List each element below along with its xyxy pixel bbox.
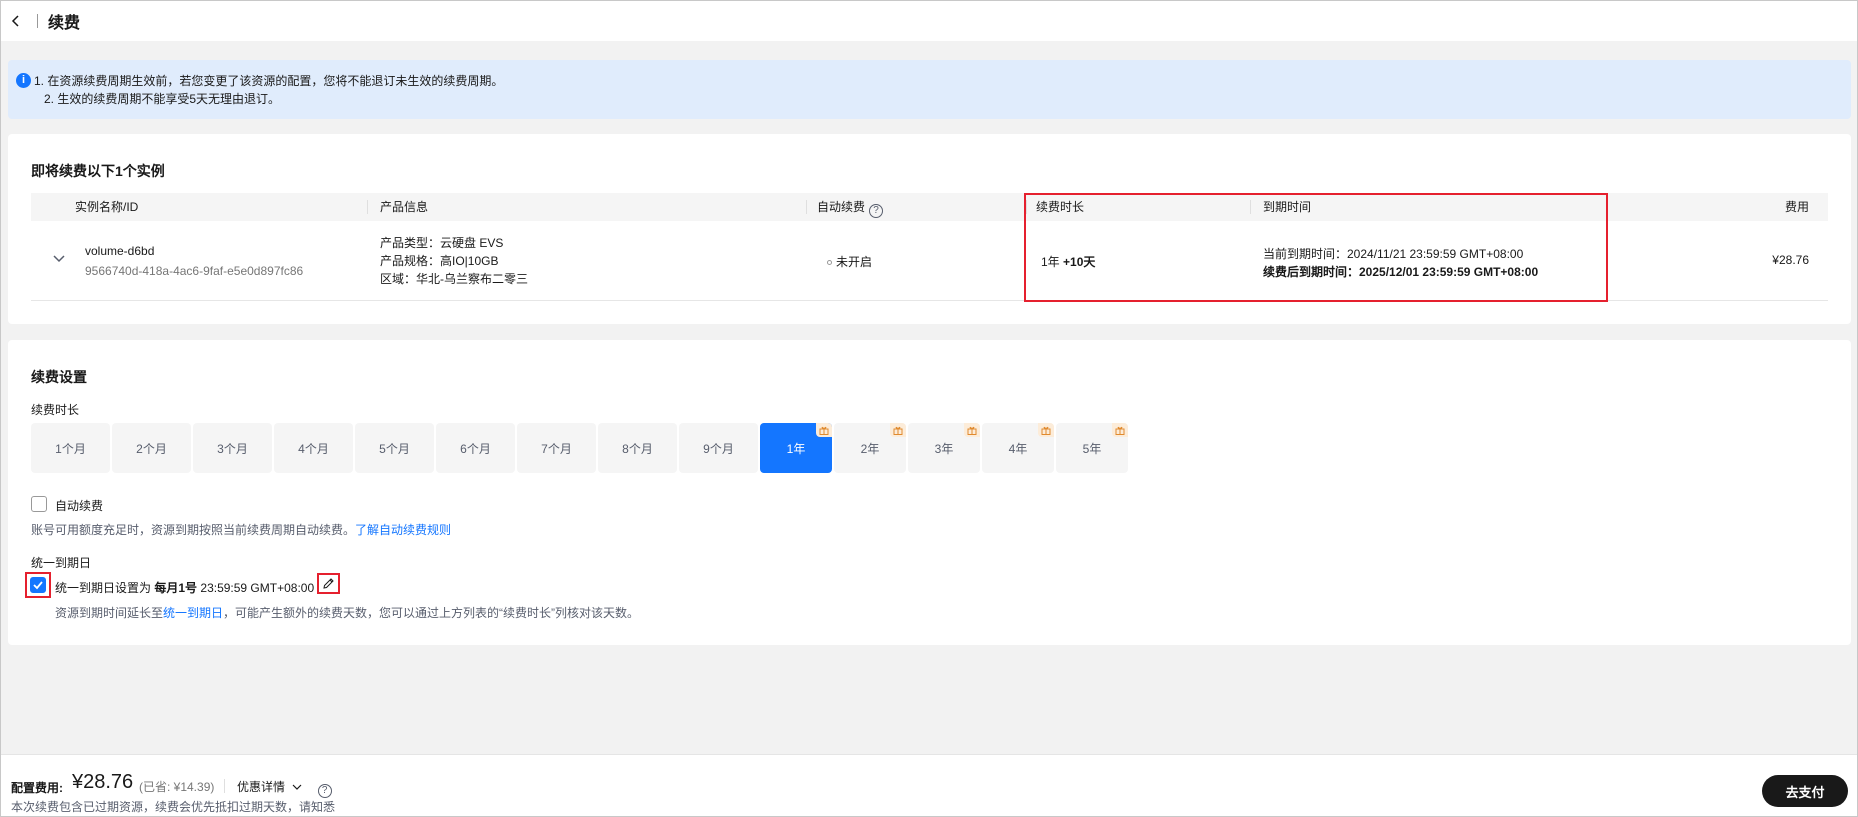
unified-expiry-checkbox[interactable] bbox=[30, 577, 46, 593]
unified-expiry-link[interactable]: 统一到期日 bbox=[163, 606, 223, 620]
unified-expiry-desc: 资源到期时间延长至统一到期日，可能产生额外的续费天数，您可以通过上方列表的“续费… bbox=[55, 604, 639, 621]
col-name: 实例名称/ID bbox=[75, 200, 139, 214]
gift-icon bbox=[1038, 423, 1054, 437]
auto-renew-desc: 账号可用额度充足时，资源到期按照当前续费周期自动续费。了解自动续费规则 bbox=[31, 521, 451, 538]
col-separator bbox=[1026, 200, 1027, 214]
product-region: 区域：华北-乌兰察布二零三 bbox=[380, 272, 528, 286]
unified-expiry-setting: 统一到期日设置为 每月1号 23:59:59 GMT+08:00 bbox=[55, 579, 314, 596]
instance-fee: ¥28.76 bbox=[1772, 253, 1809, 267]
unified-day: 每月1号 bbox=[154, 581, 198, 595]
new-expire: 续费后到期时间：2025/12/01 23:59:59 GMT+08:00 bbox=[1263, 265, 1539, 279]
fee-amount: ¥28.76 bbox=[72, 771, 134, 793]
renew-duration: 1年 +10天 bbox=[1041, 253, 1095, 270]
help-icon[interactable]: ? bbox=[317, 784, 332, 798]
chevron-down-icon[interactable] bbox=[52, 251, 66, 265]
duration-6-month[interactable]: 6个月 bbox=[436, 423, 515, 473]
auto-renew-status: 未开启 bbox=[827, 253, 872, 270]
info-icon: i bbox=[16, 73, 31, 88]
duration-3-month[interactable]: 3个月 bbox=[193, 423, 272, 473]
back-arrow-icon[interactable] bbox=[1, 1, 31, 41]
fee-label: 配置费用: bbox=[11, 781, 63, 795]
auto-renew-label: 自动续费 bbox=[55, 499, 104, 513]
duration-extra: +10天 bbox=[1063, 255, 1096, 269]
gift-icon bbox=[1112, 423, 1128, 437]
footer-note: 本次续费包含已过期资源，续费会优先抵扣过期天数，请知悉 bbox=[11, 800, 336, 814]
edit-icon[interactable] bbox=[317, 573, 340, 594]
fee-saved: (已省: ¥14.39) bbox=[139, 780, 215, 794]
duration-8-month[interactable]: 8个月 bbox=[598, 423, 677, 473]
duration-4-year-label: 4年 bbox=[1008, 441, 1028, 456]
col-duration: 续费时长 bbox=[1036, 200, 1085, 214]
instances-card: 即将续费以下1个实例 实例名称/ID 产品信息 自动续费? 续费时长 到期时间 … bbox=[8, 134, 1851, 324]
duration-4-year[interactable]: 4年 bbox=[982, 423, 1054, 473]
checkout-footer: 配置费用: ¥28.76 (已省: ¥14.39) 优惠详情 ? 本次续费包含已… bbox=[1, 754, 1857, 816]
duration-5-month[interactable]: 5个月 bbox=[355, 423, 434, 473]
auto-renew-value: 未开启 bbox=[836, 255, 873, 269]
duration-7-month[interactable]: 7个月 bbox=[517, 423, 596, 473]
duration-4-month[interactable]: 4个月 bbox=[274, 423, 353, 473]
duration-2-year-label: 2年 bbox=[860, 441, 880, 456]
product-type: 产品类型：云硬盘 EVS bbox=[380, 236, 504, 250]
duration-2-month[interactable]: 2个月 bbox=[112, 423, 191, 473]
duration-1-year[interactable]: 1年 bbox=[760, 423, 832, 473]
col-expire: 到期时间 bbox=[1263, 200, 1312, 214]
duration-2-year[interactable]: 2年 bbox=[834, 423, 906, 473]
duration-9-month[interactable]: 9个月 bbox=[679, 423, 758, 473]
help-icon[interactable]: ? bbox=[869, 204, 884, 218]
unified-desc-prefix: 资源到期时间延长至 bbox=[55, 606, 164, 620]
footer-divider bbox=[224, 779, 225, 793]
duration-1-year-label: 1年 bbox=[786, 441, 806, 456]
duration-base: 1年 bbox=[1041, 255, 1060, 269]
instance-id: 9566740d-418a-4ac6-9faf-e5e0d897fc86 bbox=[85, 264, 304, 278]
unified-text-prefix: 统一到期日设置为 bbox=[55, 581, 152, 595]
gift-icon bbox=[964, 423, 980, 437]
unified-time: 23:59:59 GMT+08:00 bbox=[200, 581, 315, 595]
renewal-notice: i 1. 在资源续费周期生效前，若您变更了该资源的配置，您将不能退订未生效的续费… bbox=[8, 60, 1851, 119]
duration-options: 1个月 2个月 3个月 4个月 5个月 6个月 7个月 8个月 9个月 1年 2… bbox=[31, 423, 1130, 473]
notice-line-1: 1. 在资源续费周期生效前，若您变更了该资源的配置，您将不能退订未生效的续费周期… bbox=[34, 74, 504, 88]
status-dot-icon bbox=[827, 260, 832, 265]
instance-name: volume-d6bd bbox=[85, 244, 155, 258]
instances-table: 实例名称/ID 产品信息 自动续费? 续费时长 到期时间 费用 volume-d… bbox=[31, 193, 1828, 301]
unified-desc-suffix: ，可能产生额外的续费天数，您可以通过上方列表的“续费时长”列核对该天数。 bbox=[223, 606, 640, 620]
expire-time: 当前到期时间：2024/11/21 23:59:59 GMT+08:00 续费后… bbox=[1263, 245, 1538, 281]
col-product: 产品信息 bbox=[380, 200, 429, 214]
discount-label: 优惠详情 bbox=[237, 780, 286, 794]
chevron-down-icon bbox=[292, 784, 302, 790]
settings-title: 续费设置 bbox=[31, 369, 87, 385]
col-separator bbox=[806, 200, 807, 214]
duration-1-month[interactable]: 1个月 bbox=[31, 423, 110, 473]
table-row: volume-d6bd 9566740d-418a-4ac6-9faf-e5e0… bbox=[31, 221, 1828, 301]
product-spec: 产品规格：高IO|10GB bbox=[380, 254, 499, 268]
page-header: 续费 bbox=[1, 1, 1857, 41]
col-separator bbox=[367, 200, 368, 214]
check-icon bbox=[33, 581, 43, 590]
col-fee: 费用 bbox=[1784, 200, 1809, 214]
duration-5-year-label: 5年 bbox=[1082, 441, 1102, 456]
pay-button[interactable]: 去支付 bbox=[1762, 775, 1848, 807]
header-divider bbox=[37, 14, 38, 28]
gift-icon bbox=[890, 423, 906, 437]
auto-renew-rules-link[interactable]: 了解自动续费规则 bbox=[355, 523, 451, 537]
discount-details-toggle[interactable]: 优惠详情 ? bbox=[237, 778, 332, 798]
notice-line-2: 2. 生效的续费周期不能享受5天无理由退订。 bbox=[44, 92, 281, 106]
page-title: 续费 bbox=[48, 15, 81, 32]
duration-5-year[interactable]: 5年 bbox=[1056, 423, 1128, 473]
duration-3-year[interactable]: 3年 bbox=[908, 423, 980, 473]
instances-title: 即将续费以下1个实例 bbox=[31, 163, 165, 179]
renew-settings-card: 续费设置 续费时长 1个月 2个月 3个月 4个月 5个月 6个月 7个月 8个… bbox=[8, 340, 1851, 645]
table-header: 实例名称/ID 产品信息 自动续费? 续费时长 到期时间 费用 bbox=[31, 193, 1828, 221]
auto-renew-desc-text: 账号可用额度充足时，资源到期按照当前续费周期自动续费。 bbox=[31, 523, 356, 537]
col-separator bbox=[1250, 200, 1251, 214]
current-expire: 当前到期时间：2024/11/21 23:59:59 GMT+08:00 bbox=[1263, 247, 1524, 261]
gift-icon bbox=[816, 423, 832, 437]
col-auto-renew-label: 自动续费 bbox=[817, 200, 866, 214]
product-info: 产品类型：云硬盘 EVS 产品规格：高IO|10GB 区域：华北-乌兰察布二零三 bbox=[380, 234, 528, 288]
auto-renew-checkbox[interactable] bbox=[31, 496, 47, 512]
duration-label: 续费时长 bbox=[31, 403, 80, 417]
unified-expiry-label: 统一到期日 bbox=[31, 556, 92, 570]
col-auto-renew: 自动续费? bbox=[817, 193, 884, 221]
duration-3-year-label: 3年 bbox=[934, 441, 954, 456]
